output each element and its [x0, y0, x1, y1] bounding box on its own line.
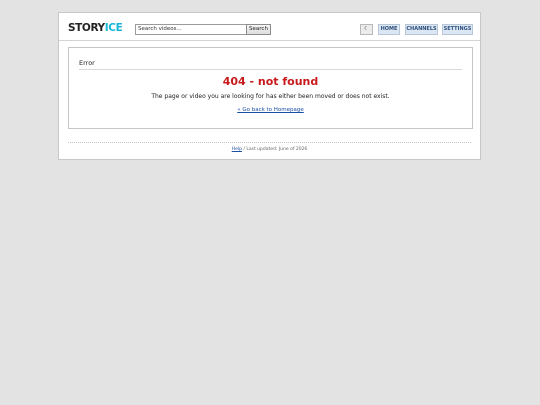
site-logo[interactable]: STORYICE	[68, 22, 123, 34]
nav-settings-button[interactable]: SETTINGS	[442, 24, 473, 35]
footer-separator: /	[243, 147, 245, 152]
theme-toggle-button[interactable]: ☾	[360, 24, 373, 35]
nav-channels-button[interactable]: CHANNELS	[405, 24, 438, 35]
search-input[interactable]: Search videos...	[135, 24, 248, 35]
help-link[interactable]: Help	[232, 147, 242, 152]
panel-divider	[79, 69, 462, 70]
error-heading: 404 - not found	[222, 75, 319, 88]
footer-divider	[68, 142, 471, 143]
search-button[interactable]: Search	[246, 24, 271, 35]
header-divider	[59, 40, 480, 41]
error-message: The page or video you are looking for ha…	[151, 93, 390, 100]
page-frame: STORYICE Search videos... Search ☾ HOME …	[58, 12, 481, 160]
nav-home-button[interactable]: HOME	[378, 24, 400, 35]
logo-story-text: STORY	[68, 22, 105, 34]
home-link-row: « Go back to Homepage	[69, 107, 472, 113]
error-panel: Error 404 - not found The page or video …	[68, 47, 473, 129]
footer: Help / Last updated: June of 2026	[59, 147, 480, 152]
panel-title: Error	[79, 59, 95, 67]
header: STORYICE Search videos... Search ☾ HOME …	[59, 13, 480, 41]
back-to-homepage-link[interactable]: « Go back to Homepage	[237, 107, 304, 113]
logo-ice-text: ICE	[104, 22, 123, 34]
last-updated-text: Last updated: June of 2026	[246, 147, 308, 152]
moon-icon: ☾	[364, 26, 369, 32]
